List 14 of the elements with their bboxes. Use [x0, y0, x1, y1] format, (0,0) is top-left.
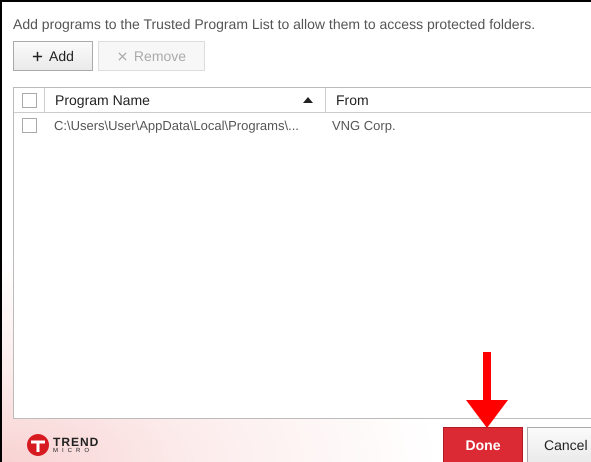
plus-icon — [32, 50, 43, 62]
table-cell-text: VNG Corp. — [331, 116, 397, 135]
close-icon — [116, 50, 128, 62]
logo-text: TREND — [53, 436, 100, 448]
done-button[interactable]: Done — [443, 427, 523, 462]
column-header[interactable]: From — [326, 88, 591, 112]
row-checkbox[interactable] — [22, 118, 36, 132]
cancel-button[interactable]: Cancel — [527, 427, 591, 462]
table-cell-text: C:\Users\User\AppData\Local\Programs\... — [53, 116, 300, 135]
select-all-checkbox[interactable] — [22, 92, 36, 108]
logo-icon — [26, 433, 50, 457]
description-text: Add programs to the Trusted Program List to allow them to access protected folders. — [12, 15, 536, 32]
add-button[interactable]: Add — [13, 41, 93, 71]
column-header[interactable]: Program Name — [45, 88, 326, 112]
